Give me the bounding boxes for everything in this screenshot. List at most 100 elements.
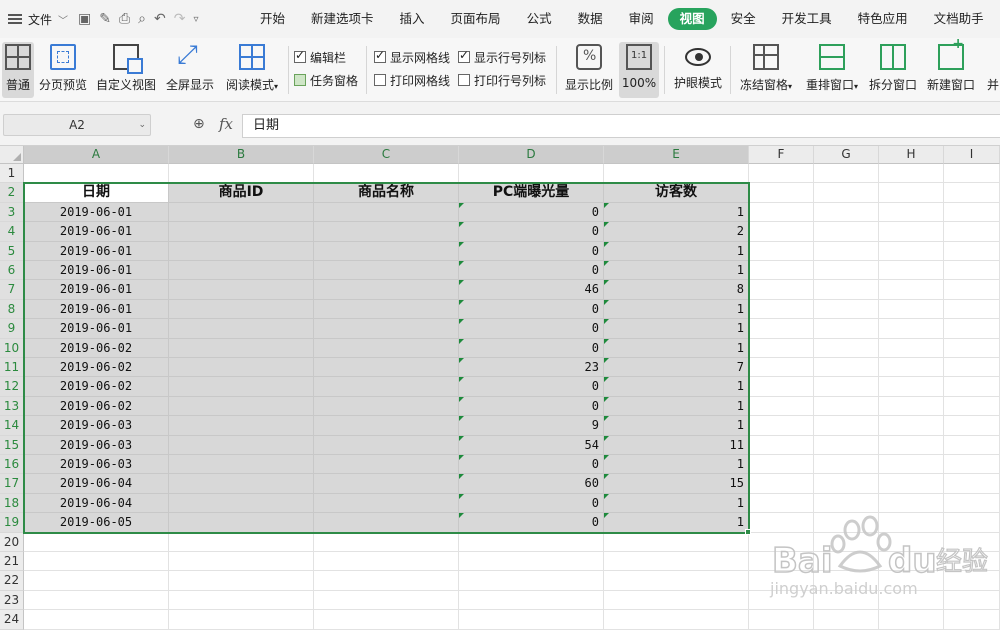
cell-c23[interactable] [314,590,459,611]
cell-g22[interactable] [814,571,879,591]
cell-d17[interactable]: 60 [459,474,604,494]
fx-icon[interactable]: fx [219,115,233,133]
cell-h13[interactable] [879,396,944,417]
cell-f7[interactable] [749,280,814,300]
cell-h12[interactable] [879,377,944,397]
rearrange-window-button[interactable]: 重排窗口▾ [802,42,862,98]
tab-5[interactable]: 数据 [566,8,615,30]
eye-mode-button[interactable]: 护眼模式 [670,42,726,98]
page-break-preview-button[interactable]: 分页预览 [38,42,88,98]
cell-g2[interactable] [814,183,879,203]
cell-d11[interactable]: 23 [459,358,604,378]
cell-d4[interactable]: 0 [459,222,604,242]
row-header-20[interactable]: 20 [0,532,24,552]
cell-i10[interactable] [944,338,1000,358]
cell-g16[interactable] [814,455,879,475]
column-header-i[interactable]: I [944,146,1000,164]
cell-e7[interactable]: 8 [604,280,749,300]
cell-e16[interactable]: 1 [604,455,749,475]
cell-b20[interactable] [169,532,314,552]
cell-e12[interactable]: 1 [604,377,749,397]
row-header-16[interactable]: 16 [0,455,24,475]
cell-g19[interactable] [814,513,879,533]
cell-c4[interactable] [314,222,459,242]
cell-c18[interactable] [314,493,459,514]
cell-a7[interactable]: 2019-06-01 [24,280,169,300]
reading-mode-button[interactable]: 阅读模式▾ [222,42,282,98]
cell-a1[interactable] [24,164,169,184]
cell-i4[interactable] [944,222,1000,242]
cell-f12[interactable] [749,377,814,397]
show-row-col-headers-checkbox[interactable]: 显示行号列标 [458,48,546,66]
cell-i19[interactable] [944,513,1000,533]
cell-g20[interactable] [814,532,879,552]
tab-4[interactable]: 公式 [515,8,564,30]
cell-f2[interactable] [749,183,814,203]
cell-b3[interactable] [169,202,314,223]
cell-i5[interactable] [944,241,1000,261]
cell-a12[interactable]: 2019-06-02 [24,377,169,397]
task-pane-checkbox[interactable]: 任务窗格 [294,71,358,89]
cell-e9[interactable]: 1 [604,319,749,339]
cell-d13[interactable]: 0 [459,396,604,417]
cell-c22[interactable] [314,571,459,591]
cell-e13[interactable]: 1 [604,396,749,417]
tab-9[interactable]: 开发工具 [770,8,844,30]
tab-3[interactable]: 页面布局 [439,8,513,30]
redo-icon[interactable]: ↷ [174,11,186,27]
cell-h8[interactable] [879,299,944,320]
cell-b8[interactable] [169,299,314,320]
cell-a4[interactable]: 2019-06-01 [24,222,169,242]
cell-e3[interactable]: 1 [604,202,749,223]
row-header-8[interactable]: 8 [0,299,24,320]
cell-e14[interactable]: 1 [604,416,749,436]
cell-f20[interactable] [749,532,814,552]
cell-b15[interactable] [169,435,314,455]
cell-a3[interactable]: 2019-06-01 [24,202,169,223]
cell-g6[interactable] [814,261,879,281]
cell-i18[interactable] [944,493,1000,514]
cell-a20[interactable] [24,532,169,552]
cell-c2[interactable]: 商品名称 [314,183,459,203]
row-header-19[interactable]: 19 [0,513,24,533]
cell-e19[interactable]: 1 [604,513,749,533]
cell-i11[interactable] [944,358,1000,378]
row-header-9[interactable]: 9 [0,319,24,339]
cell-d18[interactable]: 0 [459,493,604,514]
cell-h15[interactable] [879,435,944,455]
cell-c7[interactable] [314,280,459,300]
cell-f11[interactable] [749,358,814,378]
cell-f8[interactable] [749,299,814,320]
row-header-22[interactable]: 22 [0,571,24,591]
cell-d21[interactable] [459,552,604,572]
row-header-13[interactable]: 13 [0,396,24,417]
cell-h2[interactable] [879,183,944,203]
cell-h6[interactable] [879,261,944,281]
row-header-3[interactable]: 3 [0,202,24,223]
cell-g18[interactable] [814,493,879,514]
row-header-15[interactable]: 15 [0,435,24,455]
cell-b1[interactable] [169,164,314,184]
select-all-corner[interactable] [0,146,24,164]
cell-h5[interactable] [879,241,944,261]
cell-i6[interactable] [944,261,1000,281]
row-header-18[interactable]: 18 [0,493,24,514]
formula-input[interactable]: 日期 [242,114,1000,138]
cell-c11[interactable] [314,358,459,378]
cell-a9[interactable]: 2019-06-01 [24,319,169,339]
row-header-6[interactable]: 6 [0,261,24,281]
cell-i14[interactable] [944,416,1000,436]
cell-i3[interactable] [944,202,1000,223]
cell-d16[interactable]: 0 [459,455,604,475]
cell-c19[interactable] [314,513,459,533]
cell-f23[interactable] [749,590,814,611]
cell-c1[interactable] [314,164,459,184]
cell-b19[interactable] [169,513,314,533]
cell-g9[interactable] [814,319,879,339]
cell-i17[interactable] [944,474,1000,494]
cell-f6[interactable] [749,261,814,281]
cell-b9[interactable] [169,319,314,339]
cell-b13[interactable] [169,396,314,417]
cell-c10[interactable] [314,338,459,358]
cell-e11[interactable]: 7 [604,358,749,378]
